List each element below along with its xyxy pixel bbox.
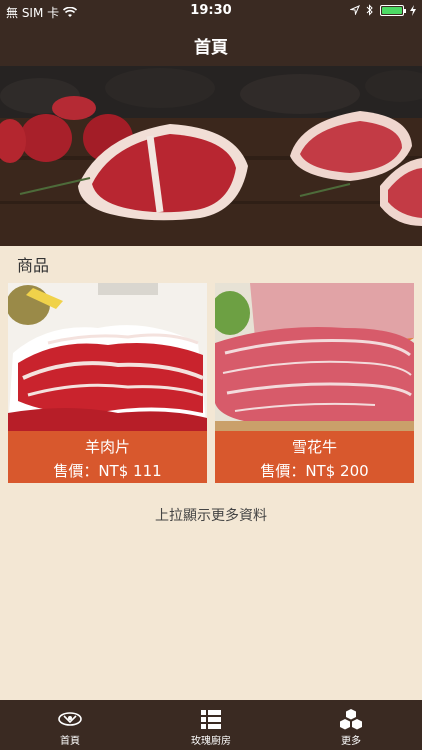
status-bar: 無 SIM 卡 19:30 <box>0 0 422 22</box>
page-title: 首頁 <box>194 38 228 58</box>
bluetooth-icon <box>366 4 373 16</box>
product-price: 售價：NT$ 200 <box>260 462 369 480</box>
meat-banner-illustration <box>0 66 422 246</box>
product-image-wagyu <box>215 283 414 431</box>
home-icon <box>58 712 82 726</box>
tab-label-more: 更多 <box>341 736 361 747</box>
product-name: 羊肉片 <box>84 438 130 456</box>
product-name: 雪花牛 <box>291 438 337 456</box>
status-right <box>350 4 416 16</box>
charging-bolt-icon <box>410 4 416 16</box>
navigation-bar: 首頁 <box>0 22 422 66</box>
boxes-icon <box>340 709 362 730</box>
section-title-products: 商品 <box>17 256 50 275</box>
tab-home[interactable]: 首頁 <box>0 700 140 750</box>
tab-more[interactable]: 更多 <box>281 700 421 750</box>
battery-icon <box>380 4 406 16</box>
product-info: 羊肉片 售價：NT$ 111 <box>8 431 207 483</box>
tab-bar: 首頁 玫瑰廚房 更多 <box>0 700 422 750</box>
banner-image <box>0 66 422 246</box>
list-icon <box>201 710 221 729</box>
pull-to-load-more-hint: 上拉顯示更多資料 <box>155 508 267 524</box>
battery-fill <box>382 6 402 14</box>
product-card[interactable]: 雪花牛 售價：NT$ 200 <box>215 283 414 483</box>
product-image-lamb-slices <box>8 283 207 431</box>
product-info: 雪花牛 售價：NT$ 200 <box>215 431 414 483</box>
product-price: 售價：NT$ 111 <box>53 462 162 480</box>
tab-label-home: 首頁 <box>60 736 80 747</box>
product-card[interactable]: 羊肉片 售價：NT$ 111 <box>8 283 207 483</box>
location-arrow-icon <box>350 5 360 15</box>
tab-rose-kitchen[interactable]: 玫瑰廚房 <box>141 700 281 750</box>
tab-label-rose-kitchen: 玫瑰廚房 <box>191 736 231 747</box>
app-screen: 無 SIM 卡 19:30 首頁 商品 羊肉片 售價：NT$ 111 雪花牛 售… <box>0 0 422 750</box>
